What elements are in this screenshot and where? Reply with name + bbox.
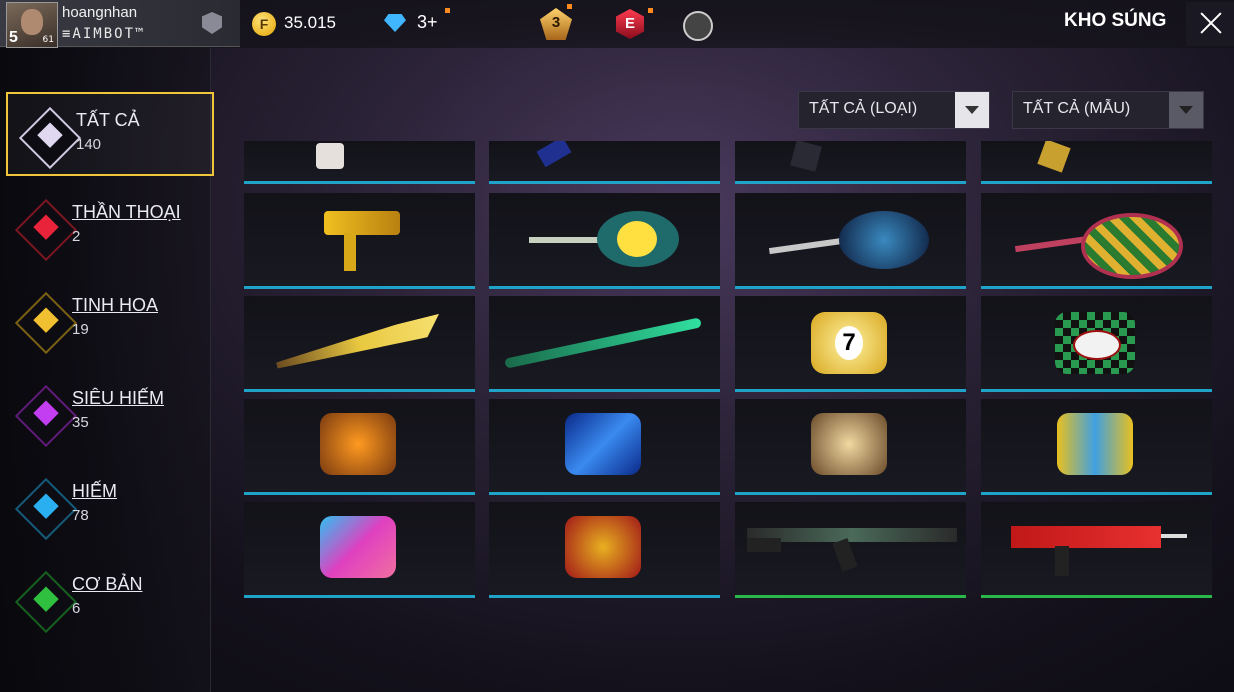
category-count: 19 bbox=[72, 321, 89, 338]
pistol-gold-item-icon bbox=[1037, 141, 1071, 173]
famas-red-icon bbox=[1011, 526, 1161, 548]
filter-label: TẤT CẢ (MẪU) bbox=[1023, 100, 1131, 117]
category-count: 140 bbox=[76, 136, 102, 153]
diamond-gem-icon bbox=[18, 106, 82, 170]
booyah-pass-badge-icon[interactable]: 3 bbox=[536, 6, 576, 40]
notification-dot bbox=[648, 8, 653, 13]
chevron-down-icon[interactable] bbox=[1169, 92, 1203, 128]
diamond-icon[interactable] bbox=[384, 14, 406, 32]
category-label: SIÊU HIẾM bbox=[72, 388, 165, 408]
category-count: 35 bbox=[72, 414, 89, 431]
fist-wrap-dragon-icon bbox=[565, 516, 641, 578]
chevron-down-icon[interactable] bbox=[955, 92, 989, 128]
weapon-card[interactable] bbox=[489, 399, 720, 495]
weapon-grid: 7 bbox=[244, 141, 1214, 601]
weapon-card[interactable] bbox=[244, 296, 475, 392]
clan-name: ≡AIMBOT™ bbox=[62, 26, 146, 42]
bat-green-icon bbox=[504, 317, 702, 369]
category-mythic[interactable]: THẦN THOẠI 2 bbox=[4, 186, 210, 270]
category-count: 6 bbox=[72, 600, 81, 617]
category-rare[interactable]: HIẾM 78 bbox=[4, 465, 210, 549]
weapon-card[interactable] bbox=[981, 502, 1212, 598]
player-sublevel: 61 bbox=[42, 35, 54, 45]
weapon-card[interactable] bbox=[981, 399, 1212, 495]
player-level: 5 bbox=[9, 29, 18, 46]
fist-wrap-gold-icon bbox=[811, 413, 887, 475]
player-name: hoangnhan bbox=[62, 4, 138, 21]
event-icon[interactable] bbox=[683, 11, 713, 41]
avatar[interactable]: 5 61 bbox=[6, 2, 58, 48]
category-label: CƠ BẢN bbox=[72, 574, 143, 594]
rank-badge-icon[interactable] bbox=[202, 12, 222, 34]
category-label: TẤT CẢ bbox=[76, 110, 140, 130]
elite-pass-icon[interactable]: E bbox=[616, 9, 644, 39]
grenade-item-icon bbox=[316, 143, 344, 169]
category-count: 2 bbox=[72, 228, 81, 245]
player-profile[interactable]: 5 61 hoangnhan ≡AIMBOT™ bbox=[0, 0, 240, 48]
fist-wrap-cross-icon bbox=[1057, 413, 1133, 475]
weapon-card[interactable] bbox=[489, 193, 720, 289]
notification-dot bbox=[567, 4, 572, 9]
gold-gem-icon bbox=[14, 291, 78, 355]
red-gem-icon bbox=[14, 198, 78, 262]
weapon-card[interactable] bbox=[735, 193, 966, 289]
weapon-card[interactable] bbox=[735, 502, 966, 598]
weapon-card[interactable] bbox=[244, 141, 475, 184]
rank-number: 3 bbox=[551, 14, 561, 31]
weapon-card[interactable] bbox=[244, 193, 475, 289]
fist-wrap-pumpkin-icon bbox=[320, 413, 396, 475]
weapon-card[interactable] bbox=[489, 296, 720, 392]
category-super-rare[interactable]: SIÊU HIẾM 35 bbox=[4, 372, 210, 456]
close-button[interactable] bbox=[1186, 2, 1234, 46]
category-label: THẦN THOẠI bbox=[72, 202, 181, 222]
uzi-gold-icon bbox=[324, 211, 400, 235]
weapon-card[interactable] bbox=[735, 399, 966, 495]
fist-wrap-holi-icon bbox=[320, 516, 396, 578]
type-filter-dropdown[interactable]: TẤT CẢ (LOẠI) bbox=[798, 91, 990, 129]
top-bar: 5 61 hoangnhan ≡AIMBOT™ F 35.015 3+ 3 E … bbox=[0, 0, 1234, 48]
category-basic[interactable]: CƠ BẢN 6 bbox=[4, 558, 210, 642]
category-count: 78 bbox=[72, 507, 89, 524]
weapon-card[interactable] bbox=[735, 141, 966, 184]
pistol-item-icon bbox=[536, 141, 572, 168]
category-label: TINH HOA bbox=[72, 295, 159, 315]
pan-lightning-icon bbox=[839, 211, 929, 269]
diamond-amount[interactable]: 3+ bbox=[417, 12, 438, 33]
skin-filter-dropdown[interactable]: TẤT CẢ (MẪU) bbox=[1012, 91, 1204, 129]
category-epic[interactable]: TINH HOA 19 bbox=[4, 279, 210, 363]
purple-gem-icon bbox=[14, 384, 78, 448]
fist-wrap-blue-icon bbox=[565, 413, 641, 475]
category-all[interactable]: TẤT CẢ 140 bbox=[6, 92, 214, 176]
weapon-card[interactable] bbox=[244, 399, 475, 495]
machete-gold-icon bbox=[274, 314, 444, 375]
green-gem-icon bbox=[14, 570, 78, 634]
weapon-card[interactable] bbox=[981, 141, 1212, 184]
filter-label: TẤT CẢ (LOẠI) bbox=[809, 100, 918, 117]
weapon-card[interactable] bbox=[244, 502, 475, 598]
blue-gem-icon bbox=[14, 477, 78, 541]
category-sidebar: TẤT CẢ 140 THẦN THOẠI 2 TINH HOA 19 SIÊU… bbox=[0, 48, 214, 692]
weapon-card[interactable]: 7 bbox=[735, 296, 966, 392]
weapon-card[interactable] bbox=[489, 502, 720, 598]
pistol-item-icon bbox=[790, 141, 822, 172]
pan-checker-icon bbox=[1081, 213, 1183, 279]
weapon-card[interactable] bbox=[981, 296, 1212, 392]
notification-dot bbox=[445, 8, 450, 13]
category-label: HIẾM bbox=[72, 481, 117, 501]
weapon-card[interactable] bbox=[981, 193, 1212, 289]
page-title: KHO SÚNG bbox=[1064, 10, 1167, 31]
gold-amount: 35.015 bbox=[284, 13, 336, 32]
weapon-card[interactable] bbox=[489, 141, 720, 184]
gold-coin-icon: F bbox=[252, 12, 276, 36]
